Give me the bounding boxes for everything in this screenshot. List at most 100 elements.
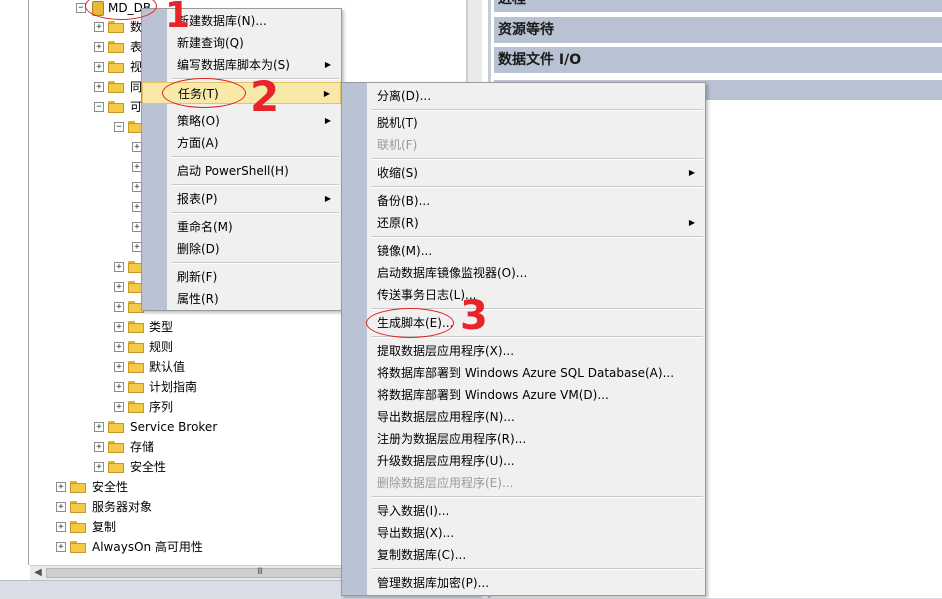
menu-item-take-offline[interactable]: 脱机(T) [342, 112, 705, 134]
menu-item-delete-data-tier-app: 删除数据层应用程序(E)... [377, 476, 514, 490]
menu-item-facets[interactable]: 方面(A) [142, 132, 341, 154]
expand-icon[interactable]: + [94, 422, 104, 432]
folder-icon [108, 21, 124, 33]
folder-icon [70, 481, 86, 493]
menu-separator [372, 496, 703, 498]
tree-node-label: 计划指南 [149, 380, 198, 394]
folder-icon [128, 341, 144, 353]
folder-icon [70, 541, 86, 553]
expand-icon[interactable]: + [56, 522, 66, 532]
expand-icon[interactable]: + [94, 82, 104, 92]
expand-icon[interactable]: + [94, 22, 104, 32]
menu-separator [172, 262, 339, 264]
folder-icon [128, 381, 144, 393]
menu-item-backup[interactable]: 备份(B)... [342, 190, 705, 212]
menu-item-reports[interactable]: 报表(P) ▶ [142, 188, 341, 210]
collapse-icon[interactable]: − [94, 102, 104, 112]
expand-icon[interactable]: + [94, 442, 104, 452]
menu-item-restore[interactable]: 还原(R) ▶ [342, 212, 705, 234]
menu-separator [172, 184, 339, 186]
menu-item-extract-data-tier-app[interactable]: 提取数据层应用程序(X)... [342, 340, 705, 362]
annotation-step-3: 3 [460, 293, 488, 339]
folder-icon [70, 501, 86, 513]
menu-item-mirror[interactable]: 镜像(M)... [342, 240, 705, 262]
tree-node-label: 类型 [149, 320, 174, 334]
menu-item-properties[interactable]: 属性(R) [142, 288, 341, 310]
tasks-submenu[interactable]: 分离(D)... 脱机(T) 联机(F) 收缩(S) ▶ 备份(B)... 还原(… [341, 82, 706, 596]
scrollbar-grip-icon: III [257, 567, 263, 577]
expand-icon[interactable]: + [114, 402, 124, 412]
database-context-menu[interactable]: 新建数据库(N)... 新建查询(Q) 编写数据库脚本为(S) ▶ 任务(T) ▶ … [141, 8, 342, 311]
expand-icon[interactable]: + [114, 382, 124, 392]
tree-node-label: 服务器对象 [92, 500, 153, 514]
menu-item-import-data[interactable]: 导入数据(I)... [342, 500, 705, 522]
folder-icon [108, 421, 124, 433]
expand-icon[interactable]: + [114, 342, 124, 352]
expand-icon[interactable]: + [114, 262, 124, 272]
expand-icon[interactable]: + [94, 62, 104, 72]
annotation-step-2: 2 [250, 72, 280, 121]
menu-item-upgrade-data-tier-app[interactable]: 升级数据层应用程序(U)... [342, 450, 705, 472]
expand-icon[interactable]: + [114, 362, 124, 372]
folder-icon [128, 321, 144, 333]
tree-node-label: 默认值 [149, 360, 186, 374]
menu-item-policies[interactable]: 策略(O) ▶ [142, 110, 341, 132]
menu-separator [172, 156, 339, 158]
folder-icon [108, 441, 124, 453]
expand-icon[interactable]: + [56, 502, 66, 512]
menu-item-detach[interactable]: 分离(D)... [342, 85, 705, 107]
scroll-left-arrow-icon[interactable]: ◀ [32, 567, 44, 579]
menu-item-delete[interactable]: 删除(D) [142, 238, 341, 260]
menu-separator [172, 212, 339, 214]
tree-node-label: Service Broker [130, 420, 218, 434]
annotation-step-1: 1 [165, 0, 191, 36]
expand-icon[interactable]: + [114, 282, 124, 292]
folder-icon [70, 521, 86, 533]
submenu-arrow-icon: ▶ [324, 116, 331, 125]
menu-item-export-data[interactable]: 导出数据(X)... [342, 522, 705, 544]
folder-icon [108, 461, 124, 473]
submenu-arrow-icon: ▶ [323, 89, 330, 98]
expand-icon[interactable]: + [114, 322, 124, 332]
menu-separator [372, 568, 703, 570]
expand-icon[interactable]: + [114, 302, 124, 312]
menu-separator [372, 236, 703, 238]
folder-icon [128, 361, 144, 373]
report-section-processes[interactable]: 进程 [494, 0, 942, 12]
menu-item-deploy-azure-vm[interactable]: 将数据库部署到 Windows Azure VM(D)... [342, 384, 705, 406]
tree-border [28, 0, 29, 565]
tree-node-label: 复制 [92, 520, 117, 534]
menu-item-export-data-tier-app[interactable]: 导出数据层应用程序(N)... [342, 406, 705, 428]
menu-item-launch-mirroring-monitor[interactable]: 启动数据库镜像监视器(O)... [342, 262, 705, 284]
collapse-icon[interactable]: − [114, 122, 124, 132]
menu-item-start-powershell[interactable]: 启动 PowerShell(H) [142, 160, 341, 182]
menu-item-manage-database-encryption[interactable]: 管理数据库加密(P)... [342, 572, 705, 594]
report-section-data-file-io[interactable]: 数据文件 I/O [494, 47, 942, 73]
expand-icon[interactable]: + [56, 482, 66, 492]
submenu-arrow-icon: ▶ [324, 60, 331, 69]
folder-icon [108, 81, 124, 93]
menu-item-bring-online: 联机(F) [377, 138, 418, 152]
folder-icon [108, 61, 124, 73]
tree-node-label: 安全性 [92, 480, 129, 494]
menu-item-script-database-as[interactable]: 编写数据库脚本为(S) ▶ [142, 54, 341, 76]
menu-item-shrink[interactable]: 收缩(S) ▶ [342, 162, 705, 184]
menu-item-rename[interactable]: 重命名(M) [142, 216, 341, 238]
menu-item-register-data-tier-app[interactable]: 注册为数据层应用程序(R)... [342, 428, 705, 450]
expand-icon[interactable]: + [56, 542, 66, 552]
menu-item-deploy-azure-sql[interactable]: 将数据库部署到 Windows Azure SQL Database(A)... [342, 362, 705, 384]
expand-icon[interactable]: + [94, 42, 104, 52]
tree-node-label: 规则 [149, 340, 174, 354]
expand-icon[interactable]: + [94, 462, 104, 472]
menu-item-refresh[interactable]: 刷新(F) [142, 266, 341, 288]
submenu-arrow-icon: ▶ [688, 168, 695, 177]
report-section-resource-waits[interactable]: 资源等待 [494, 17, 942, 43]
menu-separator [372, 109, 703, 111]
folder-icon [128, 401, 144, 413]
menu-item-ship-transaction-logs[interactable]: 传送事务日志(L)... [342, 284, 705, 306]
menu-item-copy-database[interactable]: 复制数据库(C)... [342, 544, 705, 566]
tree-node-label: 序列 [149, 400, 174, 414]
annotation-circle-tasks [162, 78, 246, 108]
menu-separator [372, 158, 703, 160]
tree-node-label: 存储 [130, 440, 155, 454]
